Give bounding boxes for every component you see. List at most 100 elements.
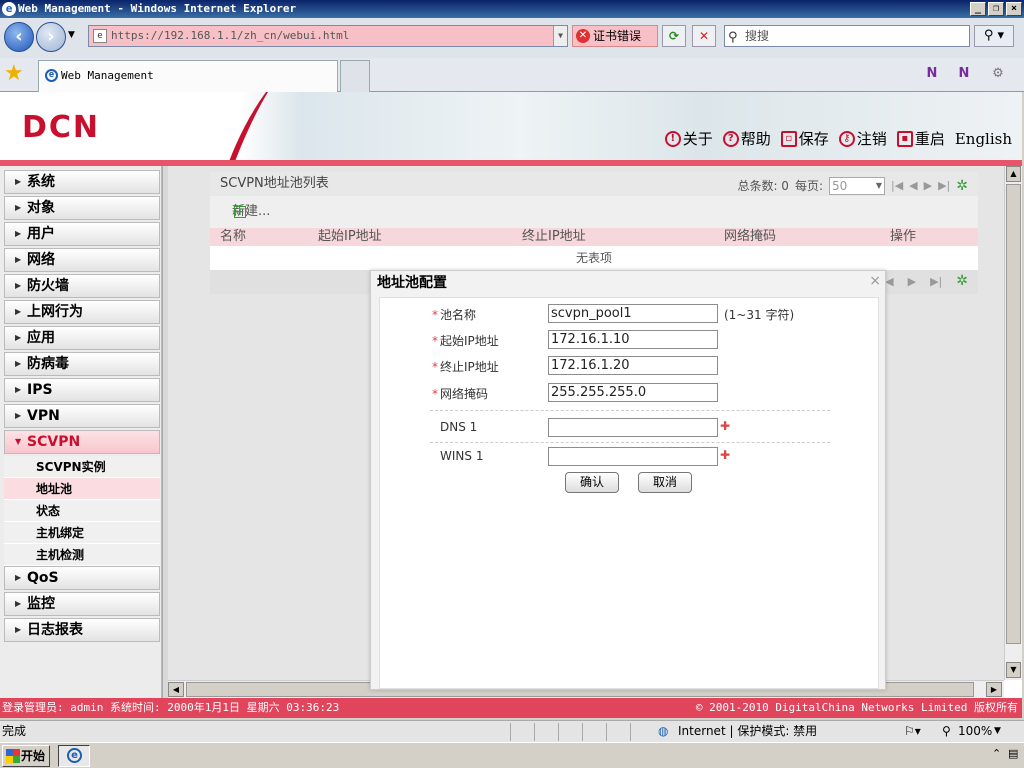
next-page-icon[interactable]: ▶ xyxy=(924,174,932,198)
menu-item-network[interactable]: ▶ 网络 xyxy=(4,248,160,272)
help-icon: ? xyxy=(722,130,739,147)
menu-item-object[interactable]: ▶ 对象 xyxy=(4,196,160,220)
start-ip-input[interactable]: 172.16.1.10 xyxy=(548,330,718,349)
status-cell xyxy=(630,723,654,741)
arrow-right-icon: ▶ xyxy=(15,333,22,342)
arrow-down-icon: ▼ xyxy=(15,437,22,446)
favorites-star-icon[interactable]: ★ xyxy=(4,62,24,86)
search-icon: ⚲ xyxy=(728,30,738,45)
submenu-status[interactable]: 状态 xyxy=(4,500,160,522)
submenu-scvpn-instance[interactable]: SCVPN实例 xyxy=(4,456,160,478)
english-link[interactable]: English xyxy=(955,130,1012,148)
stop-icon[interactable]: ✕ xyxy=(692,25,716,47)
refresh-list-icon[interactable]: ✲ xyxy=(956,174,968,198)
status-cell xyxy=(606,723,630,741)
windows-flag-icon xyxy=(6,749,20,763)
menu-item-user[interactable]: ▶ 用户 xyxy=(4,222,160,246)
footer-pager: ◀ ▶ ▶| ✲ xyxy=(885,273,968,289)
prev-page-icon[interactable]: ◀ xyxy=(885,275,893,288)
menu-item-scvpn[interactable]: ▼ SCVPN xyxy=(4,430,160,454)
menu-item-log-report[interactable]: ▶ 日志报表 xyxy=(4,618,160,642)
ie-tab-icon: e xyxy=(45,69,58,82)
close-window-button[interactable]: × xyxy=(1006,2,1022,16)
status-cell xyxy=(534,723,558,741)
zoom-level[interactable]: 100% xyxy=(958,721,992,741)
about-link[interactable]: ! 关于 xyxy=(664,128,713,149)
address-dropdown-icon[interactable]: ▼ xyxy=(553,26,567,46)
last-page-icon[interactable]: ▶| xyxy=(938,174,950,198)
menu-item-antivirus[interactable]: ▶ 防病毒 xyxy=(4,352,160,376)
scroll-down-icon[interactable]: ▼ xyxy=(1006,662,1021,678)
reboot-link[interactable]: ▪ 重启 xyxy=(896,128,945,149)
refresh-list-icon[interactable]: ✲ xyxy=(956,273,968,289)
menu-item-monitor[interactable]: ▶ 监控 xyxy=(4,592,160,616)
onenote-icon[interactable]: N xyxy=(920,63,944,85)
search-button[interactable]: ⚲ ▾ xyxy=(974,25,1014,47)
dialog-body: * 池名称 scvpn_pool1 (1~31 字符) * 起始IP地址 172.1… xyxy=(379,297,879,689)
per-page-select[interactable]: 50 xyxy=(828,177,885,195)
zoom-dropdown-icon[interactable]: ▼ xyxy=(994,721,1001,741)
header-swoosh xyxy=(228,92,268,164)
minimize-button[interactable]: _ xyxy=(970,2,986,16)
dialog-close-icon[interactable]: × xyxy=(869,273,881,289)
status-cell xyxy=(582,723,606,741)
address-bar[interactable]: e https://192.168.1.1/zh_cn/webui.html ▼ xyxy=(88,25,568,47)
tab-web-management[interactable]: e Web Management xyxy=(38,60,338,92)
reboot-icon: ▪ xyxy=(896,130,913,147)
search-placeholder: 搜搜 xyxy=(745,29,770,43)
security-icon[interactable]: ⚐▾ xyxy=(904,721,921,741)
submenu-host-binding[interactable]: 主机绑定 xyxy=(4,522,160,544)
submenu-address-pool[interactable]: 地址池 xyxy=(4,478,160,500)
menu-item-vpn[interactable]: ▶ VPN xyxy=(4,404,160,428)
certificate-error-button[interactable]: ✕ 证书错误 xyxy=(572,25,658,47)
help-link[interactable]: ? 帮助 xyxy=(722,128,771,149)
window-title: Web Management - Windows Internet Explor… xyxy=(18,2,297,15)
end-ip-label: * 终止IP地址 xyxy=(432,360,499,374)
menu-item-application[interactable]: ▶ 应用 xyxy=(4,326,160,350)
scroll-left-icon[interactable]: ◀ xyxy=(168,682,184,697)
refresh-icon[interactable]: ⟳ xyxy=(662,25,686,47)
add-icon: + xyxy=(234,205,246,218)
menu-item-system[interactable]: ▶ 系统 xyxy=(4,170,160,194)
submenu-host-check[interactable]: 主机检测 xyxy=(4,544,160,566)
recent-pages-dropdown[interactable]: ▼ xyxy=(68,30,75,40)
dns-input[interactable] xyxy=(548,418,718,437)
end-ip-input[interactable]: 172.16.1.20 xyxy=(548,356,718,375)
scroll-thumb[interactable] xyxy=(1006,184,1021,644)
scroll-up-icon[interactable]: ▲ xyxy=(1006,166,1021,182)
menu-item-ips[interactable]: ▶ IPS xyxy=(4,378,160,402)
col-netmask: 网络掩码 xyxy=(724,229,777,244)
search-input[interactable]: ⚲ 搜搜 xyxy=(724,25,970,47)
ok-button[interactable]: 确认 xyxy=(565,472,619,493)
add-dns-icon[interactable]: ✚ xyxy=(720,419,730,433)
prev-page-icon[interactable]: ◀ xyxy=(909,174,917,198)
cancel-button[interactable]: 取消 xyxy=(638,472,692,493)
onenote-send-icon[interactable]: N xyxy=(952,63,976,85)
forward-button[interactable]: › xyxy=(36,22,66,52)
netmask-input[interactable]: 255.255.255.0 xyxy=(548,383,718,402)
logout-link[interactable]: ⚷ 注销 xyxy=(838,128,887,149)
list-toolbar: + 新建... xyxy=(210,196,978,228)
back-button[interactable]: ‹ xyxy=(4,22,34,52)
tools-gear-icon[interactable]: ⚙ xyxy=(986,63,1010,85)
taskbar-ie-button[interactable]: e xyxy=(58,745,90,767)
save-link[interactable]: ▫ 保存 xyxy=(780,128,829,149)
add-wins-icon[interactable]: ✚ xyxy=(720,448,730,462)
tray-expand-icon[interactable]: ⌃ xyxy=(992,747,1001,760)
menu-item-qos[interactable]: ▶ QoS xyxy=(4,566,160,590)
start-button[interactable]: 开始 xyxy=(2,745,50,767)
menu-item-firewall[interactable]: ▶ 防火墙 xyxy=(4,274,160,298)
restore-button[interactable]: ❐ xyxy=(988,2,1004,16)
wins-input[interactable] xyxy=(548,447,718,466)
pool-name-input[interactable]: scvpn_pool1 xyxy=(548,304,718,323)
netmask-label: * 网络掩码 xyxy=(432,387,489,401)
new-tab-button[interactable] xyxy=(340,60,370,92)
last-page-icon[interactable]: ▶| xyxy=(930,275,942,288)
next-page-icon[interactable]: ▶ xyxy=(908,275,916,288)
menu-item-internet-behavior[interactable]: ▶ 上网行为 xyxy=(4,300,160,324)
scroll-right-icon[interactable]: ▶ xyxy=(986,682,1002,697)
vertical-scrollbar[interactable]: ▲ ▼ xyxy=(1004,166,1022,680)
address-toolbar: ‹ › ▼ e https://192.168.1.1/zh_cn/webui.… xyxy=(0,18,1024,58)
first-page-icon[interactable]: |◀ xyxy=(891,174,903,198)
login-info: 登录管理员: admin 系统时间: 2000年1月1日 星期六 03:36:2… xyxy=(2,701,340,714)
